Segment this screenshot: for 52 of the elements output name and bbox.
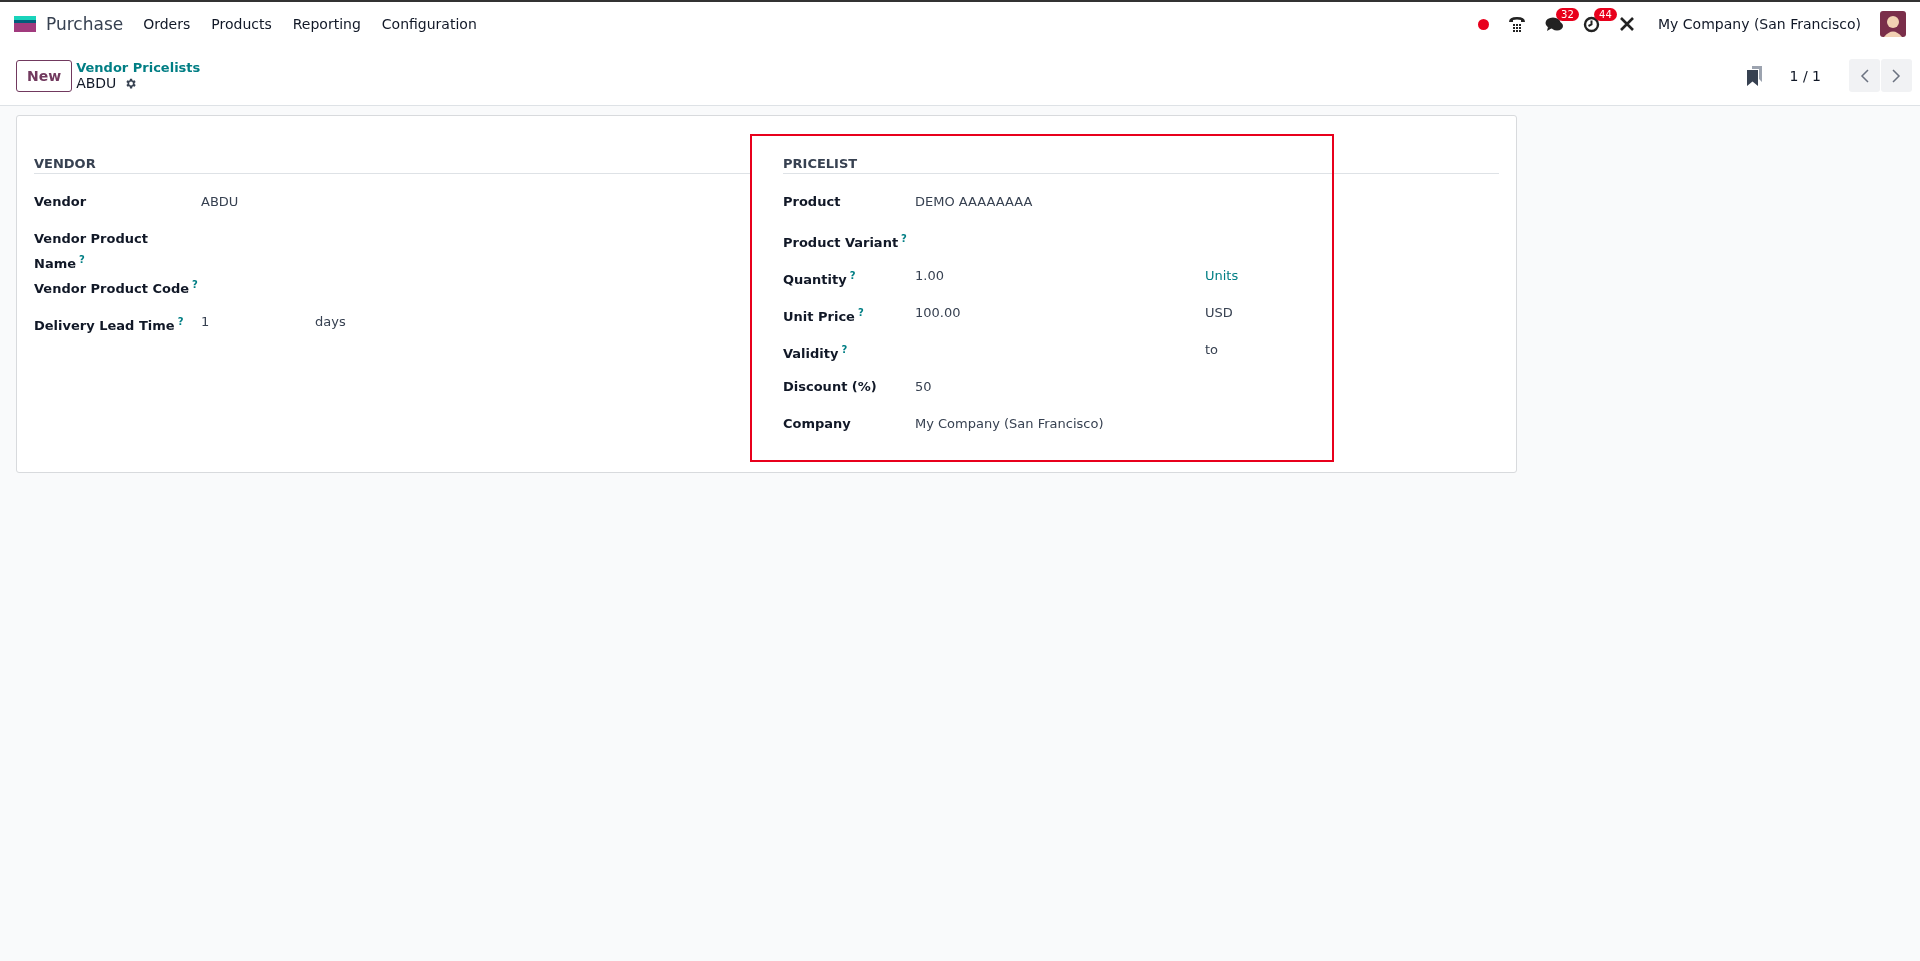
unit-link[interactable]: Units: [1205, 265, 1239, 302]
help-tooltip[interactable]: ?: [841, 344, 848, 355]
field-value[interactable]: ABDU: [201, 191, 315, 228]
message-count-badge: 32: [1556, 7, 1579, 21]
field-label: Discount (%): [783, 378, 878, 396]
menu-item[interactable]: Products: [211, 16, 272, 32]
pager-value: 1 / 1: [1789, 67, 1821, 84]
chevron-left-icon: [1860, 68, 1869, 83]
new-button[interactable]: New: [16, 59, 73, 92]
field-suffix: USD: [1205, 304, 1233, 322]
field-label: Company: [783, 415, 852, 433]
section-heading: PRICELIST: [783, 156, 1499, 174]
menu-item[interactable]: Configuration: [381, 16, 477, 32]
help-tooltip[interactable]: ?: [849, 270, 856, 281]
field-value[interactable]: 100.00: [915, 302, 1205, 339]
help-tooltip[interactable]: ?: [901, 233, 907, 244]
section-heading: VENDOR: [34, 156, 750, 174]
field-value[interactable]: 1.00: [915, 265, 1205, 302]
field-label: Delivery Lead Time $^{?}$: [34, 315, 185, 336]
gear-icon[interactable]: [124, 76, 138, 90]
help-tooltip[interactable]: ?: [79, 254, 85, 265]
field-label: Unit Price $^{?}$: [783, 306, 865, 327]
help-tooltip[interactable]: ?: [177, 316, 184, 328]
user-avatar[interactable]: [1880, 11, 1906, 37]
menu-item[interactable]: Reporting: [292, 16, 361, 32]
app-logo-icon[interactable]: [14, 16, 36, 32]
phone-icon[interactable]: [1508, 15, 1527, 33]
chevron-right-icon: [1892, 68, 1901, 83]
bookmarks-icon[interactable]: [1746, 65, 1762, 86]
field-label: Product Variant $^{?}$: [783, 232, 908, 253]
field-value[interactable]: My Company (San Francisco): [915, 413, 1205, 450]
recording-dot-icon[interactable]: [1478, 18, 1490, 30]
field-label: Product: [783, 193, 842, 211]
field-label: Vendor: [34, 193, 88, 211]
company-switcher[interactable]: My Company (San Francisco): [1658, 16, 1861, 32]
field-suffix: days: [315, 313, 346, 332]
app-name[interactable]: Purchase: [46, 14, 124, 34]
breadcrumb-link[interactable]: Vendor Pricelists: [76, 60, 201, 75]
help-tooltip[interactable]: ?: [192, 279, 198, 291]
field-label: Vendor Product Code $^{?}$: [34, 278, 199, 299]
clock-icon[interactable]: [1583, 15, 1601, 33]
menu-item[interactable]: Orders: [143, 16, 191, 32]
record-name: ABDU: [76, 75, 117, 91]
field-suffix: to: [1205, 341, 1219, 359]
field-label: Validity $^{?}$: [783, 343, 849, 364]
field-value[interactable]: 1: [201, 311, 315, 349]
field-label: Quantity $^{?}$: [783, 269, 857, 290]
field-value[interactable]: 50: [915, 376, 1205, 413]
help-tooltip[interactable]: ?: [857, 307, 864, 318]
activity-count-badge: 44: [1594, 7, 1617, 21]
field-label: Vendor Product Name $^{?}$: [34, 230, 149, 274]
field-value[interactable]: DEMO AAAAAAAA: [915, 191, 1205, 228]
